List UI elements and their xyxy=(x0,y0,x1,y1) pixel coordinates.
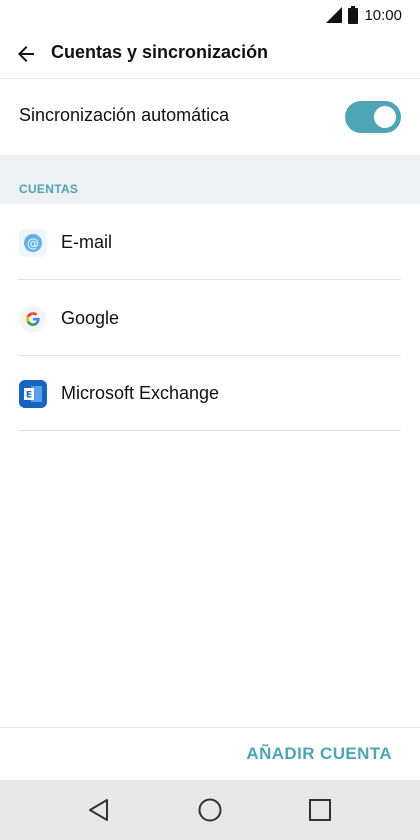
account-label: Microsoft Exchange xyxy=(61,383,220,403)
google-icon xyxy=(19,305,47,333)
account-label: E-mail xyxy=(61,232,113,252)
account-email[interactable]: @ E-mail xyxy=(0,204,420,280)
bottom-action-bar: AÑADIR CUENTA xyxy=(0,727,420,781)
signal-icon xyxy=(326,7,343,23)
exchange-icon: E xyxy=(19,380,47,408)
page-title: Cuentas y sincronización xyxy=(51,42,269,62)
battery-icon xyxy=(348,6,359,24)
back-triangle-icon[interactable] xyxy=(85,796,113,824)
recents-square-icon[interactable] xyxy=(306,796,334,824)
toggle-knob xyxy=(374,106,396,128)
account-label: Google xyxy=(61,308,120,328)
account-microsoft-exchange[interactable]: E Microsoft Exchange xyxy=(0,355,420,431)
auto-sync-row[interactable]: Sincronización automática xyxy=(0,79,420,155)
account-google[interactable]: Google xyxy=(0,280,420,356)
auto-sync-label: Sincronización automática xyxy=(19,105,230,125)
svg-text:E: E xyxy=(26,391,32,401)
app-bar: Cuentas y sincronización xyxy=(0,30,420,79)
divider xyxy=(18,430,401,431)
home-circle-icon[interactable] xyxy=(196,796,224,824)
auto-sync-toggle[interactable] xyxy=(345,101,401,133)
section-title: CUENTAS xyxy=(19,182,79,196)
system-nav-bar xyxy=(0,780,420,840)
status-bar: 10:00 xyxy=(0,0,420,30)
svg-text:@: @ xyxy=(27,237,39,251)
status-time: 10:00 xyxy=(364,6,402,24)
arrow-left-icon[interactable] xyxy=(14,42,38,66)
email-at-icon: @ xyxy=(19,229,47,257)
add-account-button[interactable]: AÑADIR CUENTA xyxy=(246,744,392,764)
accounts-section-header: CUENTAS xyxy=(0,155,420,204)
